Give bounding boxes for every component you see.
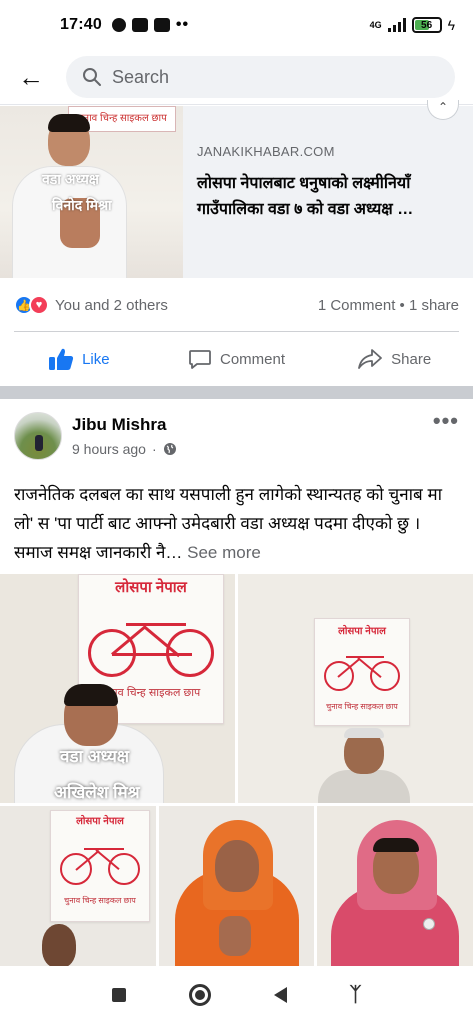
reactions-text: You and 2 others	[55, 296, 168, 314]
youtube-icon	[153, 18, 170, 32]
post-time-row: 9 hours ago ·	[72, 441, 177, 457]
post-header: Jibu Mishra 9 hours ago · •••	[0, 400, 473, 472]
system-nav-bar: ᛉ	[0, 966, 473, 1024]
accessibility-icon[interactable]: ᛉ	[350, 984, 362, 1007]
search-input[interactable]: Search	[66, 56, 455, 98]
like-label: Like	[82, 350, 110, 368]
photo-caption: वडा अध्यक्ष	[60, 747, 130, 766]
post-text: राजनेतिक दलबल का साथ यसपाली हुन लागेको स…	[14, 480, 459, 567]
charging-icon: ϟ	[447, 17, 455, 33]
battery-icon: 56	[411, 17, 442, 33]
reactions-summary[interactable]: 👍 ♥ You and 2 others 1 Comment • 1 share	[14, 290, 459, 320]
battery-level: 56	[421, 19, 433, 31]
comment-icon	[189, 350, 211, 369]
love-reaction-icon: ♥	[29, 295, 49, 315]
home-icon[interactable]	[188, 984, 211, 1006]
link-preview-card[interactable]: चुनाव चिन्ह साइकल छाप वडा अध्यक्ष विनोद …	[0, 100, 473, 278]
notification-icons: ••	[111, 16, 190, 34]
bicycle-icon	[322, 641, 402, 693]
bicycle-icon	[58, 831, 142, 887]
status-time: 17:40	[60, 16, 102, 33]
poster-subtitle: चुनाव चिन्ह साइकल छाप	[326, 702, 398, 711]
share-label: Share	[391, 350, 432, 368]
search-icon	[83, 68, 101, 86]
network-type: 4G	[369, 20, 382, 30]
thumbs-up-icon	[49, 348, 74, 370]
post-photo[interactable]: लोसपा नेपाल चुनाव चिन्ह साइकल छाप वडा अध…	[0, 574, 235, 803]
post-photo[interactable]: लोसपा नेपाल चुनाव चिन्ह साइकल छाप	[0, 806, 156, 966]
photo-caption: अखिलेश मिश्र	[54, 783, 140, 802]
bicycle-icon	[86, 601, 216, 681]
thumbnail-caption: वडा अध्यक्ष विनोद मिश्रा	[42, 171, 112, 213]
link-info: ⌃ JANAKIKHABAR.COM लोसपा नेपालबाट धनुषाक…	[183, 100, 473, 278]
system-icons: 4G 56 ϟ	[370, 17, 455, 33]
post-photo[interactable]	[159, 806, 314, 966]
party-poster: लोसपा नेपाल चुनाव चिन्ह साइकल छाप	[50, 810, 150, 922]
post-meta: Jibu Mishra 9 hours ago ·	[72, 415, 177, 457]
avatar[interactable]	[14, 412, 62, 460]
status-bar: 17:40 •• 4G 56 ϟ	[0, 0, 473, 50]
share-icon	[358, 349, 383, 369]
top-bar: ← Search	[0, 50, 473, 105]
back-arrow-icon[interactable]: ←	[18, 62, 48, 93]
post-actions: Like Comment Share	[0, 336, 473, 382]
author-name[interactable]: Jibu Mishra	[72, 415, 177, 435]
search-placeholder: Search	[112, 66, 170, 87]
poster-title: लोसपा नेपाल	[115, 579, 187, 596]
feed-separator	[0, 386, 473, 399]
comment-button[interactable]: Comment	[158, 347, 316, 371]
link-thumbnail: चुनाव चिन्ह साइकल छाप वडा अध्यक्ष विनोद …	[0, 106, 183, 278]
poster-title: लोसपा नेपाल	[76, 816, 124, 827]
more-options-icon[interactable]: •••	[433, 408, 459, 434]
like-button[interactable]: Like	[0, 347, 158, 371]
divider	[14, 331, 459, 332]
poster-subtitle: चुनाव चिन्ह साइकल छाप	[64, 896, 136, 905]
post-photo[interactable]: लोसपा नेपाल चुनाव चिन्ह साइकल छाप	[238, 574, 473, 803]
back-icon[interactable]	[273, 987, 287, 1003]
recents-icon[interactable]	[111, 988, 126, 1002]
photo-grid: लोसपा नेपाल चुनाव चिन्ह साइकल छाप वडा अध…	[0, 574, 473, 966]
post-photo[interactable]	[317, 806, 473, 966]
comment-label: Comment	[219, 350, 286, 368]
see-more-link[interactable]: See more	[187, 543, 261, 562]
comment-share-counts[interactable]: 1 Comment • 1 share	[318, 297, 459, 314]
link-title: लोसपा नेपालबाट धनुषाको लक्ष्मीनियाँ गाउँ…	[197, 175, 414, 218]
signal-icon	[387, 18, 406, 32]
youtube-icon	[131, 18, 148, 32]
post-time[interactable]: 9 hours ago	[72, 441, 146, 457]
party-poster: लोसपा नेपाल चुनाव चिन्ह साइकल छाप	[314, 618, 410, 726]
link-domain: JANAKIKHABAR.COM	[197, 144, 335, 159]
poster-title: लोसपा नेपाल	[338, 626, 386, 637]
share-button[interactable]: Share	[315, 347, 473, 371]
shield-icon	[111, 18, 126, 32]
more-notifications-icon: ••	[175, 16, 190, 33]
chevron-up-icon[interactable]: ⌃	[427, 100, 459, 120]
globe-icon	[163, 443, 176, 455]
